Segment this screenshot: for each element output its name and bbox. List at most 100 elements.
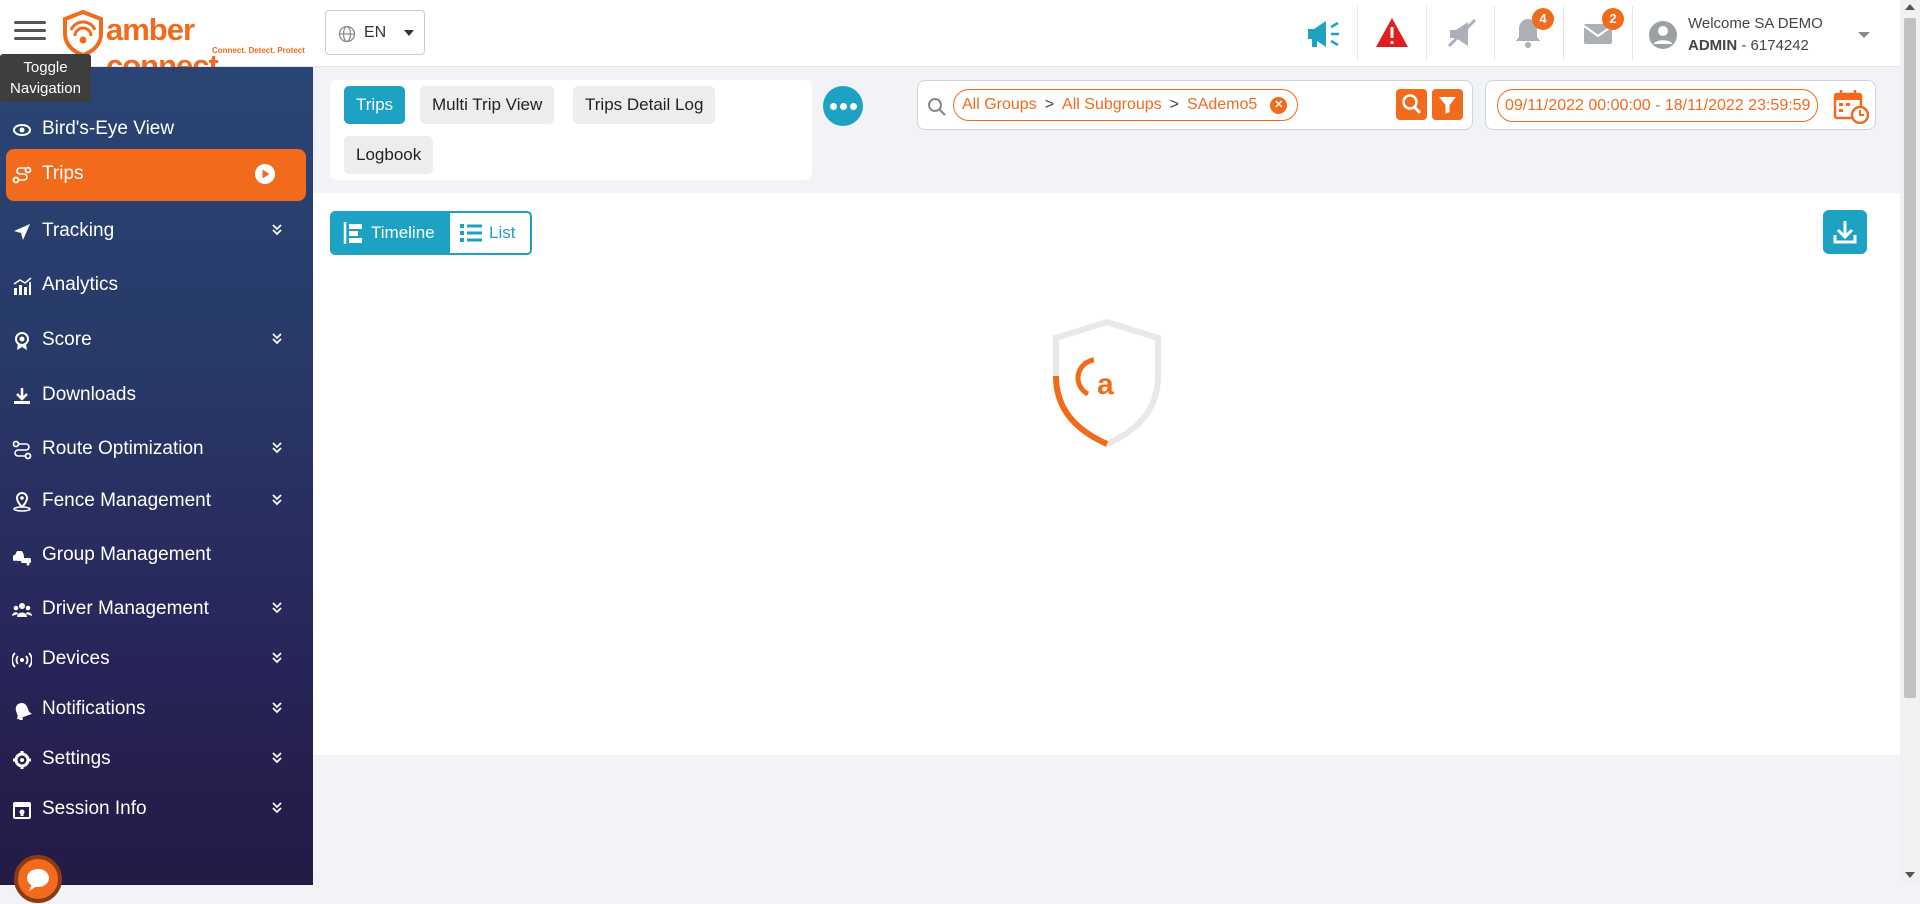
scroll-down-arrow-icon[interactable] bbox=[1905, 872, 1915, 878]
double-chevron-down-icon[interactable] bbox=[270, 801, 284, 815]
user-welcome[interactable]: Welcome SA DEMO ADMIN - 6174242 bbox=[1688, 13, 1823, 57]
group-filter-searchbox[interactable]: All Groups > All Subgroups > SAdemo5 ✕ bbox=[917, 80, 1473, 130]
chat-support-icon[interactable] bbox=[14, 855, 62, 903]
header-divider bbox=[1357, 6, 1358, 60]
users-icon bbox=[12, 603, 32, 617]
mute-alerts-icon[interactable] bbox=[1445, 16, 1481, 52]
hamburger-menu-icon[interactable] bbox=[14, 18, 46, 44]
list-view-button[interactable]: List bbox=[450, 213, 530, 253]
scroll-up-arrow-icon[interactable] bbox=[1905, 4, 1915, 10]
sidebar-item-trips[interactable]: Trips bbox=[6, 149, 306, 201]
sidebar-item-devices[interactable]: Devices bbox=[0, 636, 313, 682]
eye-icon bbox=[13, 124, 31, 136]
filter-button[interactable] bbox=[1432, 89, 1463, 120]
brand-tagline: Connect. Detect. Protect bbox=[212, 46, 305, 55]
sidebar-item-downloads[interactable]: Downloads bbox=[0, 372, 313, 418]
sidebar-item-label: Group Management bbox=[42, 544, 211, 565]
amber-connect-logo[interactable]: amber connect Connect. Detect. Protect bbox=[62, 8, 312, 83]
double-chevron-down-icon[interactable] bbox=[270, 441, 284, 455]
tab-trips-detail-log[interactable]: Trips Detail Log bbox=[573, 86, 716, 124]
sidebar-item-label: Notifications bbox=[42, 698, 146, 719]
header-divider bbox=[1494, 6, 1495, 60]
bell-icon bbox=[15, 703, 32, 720]
sidebar-item-notifications[interactable]: Notifications bbox=[0, 686, 313, 732]
tab-trips[interactable]: Trips bbox=[344, 86, 406, 124]
sidebar-item-settings[interactable]: Settings bbox=[0, 736, 313, 782]
sidebar-item-label: Settings bbox=[42, 748, 111, 769]
trips-content-panel: Timeline List a bbox=[313, 193, 1900, 755]
sidebar-item-label: Driver Management bbox=[42, 598, 209, 619]
clear-filter-icon[interactable]: ✕ bbox=[1270, 97, 1288, 114]
page-scrollbar[interactable] bbox=[1900, 0, 1920, 885]
list-label: List bbox=[489, 223, 516, 242]
sidebar-item-label: Trips bbox=[42, 163, 84, 184]
crumb-group: All Groups bbox=[962, 96, 1037, 113]
download-icon bbox=[1833, 221, 1857, 244]
scrollbar-thumb[interactable] bbox=[1904, 18, 1916, 698]
download-button[interactable] bbox=[1823, 210, 1867, 254]
search-button[interactable] bbox=[1396, 89, 1427, 120]
announcement-megaphone-icon[interactable] bbox=[1304, 16, 1340, 52]
filter-funnel-icon bbox=[1439, 97, 1456, 114]
messages-envelope-icon[interactable]: 2 bbox=[1582, 8, 1624, 52]
sidebar-item-bird-s-eye-view[interactable]: Bird's-Eye View bbox=[0, 106, 313, 152]
double-chevron-down-icon[interactable] bbox=[270, 651, 284, 665]
session-icon bbox=[13, 802, 31, 819]
shield-logo-icon bbox=[63, 10, 103, 56]
double-chevron-down-icon[interactable] bbox=[270, 701, 284, 715]
route-icon bbox=[12, 166, 32, 184]
timeline-view-button[interactable]: Timeline bbox=[332, 213, 450, 253]
user-menu-chevron-icon[interactable] bbox=[1858, 32, 1870, 38]
sidebar-item-label: Bird's-Eye View bbox=[42, 118, 175, 139]
geofence-pin-icon bbox=[13, 492, 31, 512]
double-chevron-down-icon[interactable] bbox=[270, 601, 284, 615]
sidebar-nav: Bird's-Eye View Trips Tracking Analytics Sco… bbox=[0, 67, 313, 903]
alert-warning-icon[interactable] bbox=[1374, 16, 1410, 52]
sidebar-item-fence-management[interactable]: Fence Management bbox=[0, 478, 313, 524]
sidebar-item-driver-management[interactable]: Driver Management bbox=[0, 586, 313, 632]
double-chevron-down-icon[interactable] bbox=[270, 493, 284, 507]
route-optimization-icon bbox=[12, 440, 32, 460]
sidebar-item-label: Session Info bbox=[42, 798, 147, 819]
language-select[interactable]: EN bbox=[325, 10, 425, 55]
user-role: ADMIN bbox=[1688, 37, 1738, 54]
user-avatar-icon[interactable] bbox=[1648, 20, 1678, 50]
sidebar-item-group-management[interactable]: Group Management bbox=[0, 532, 313, 578]
group-breadcrumb[interactable]: All Groups > All Subgroups > SAdemo5 ✕ bbox=[953, 89, 1299, 121]
sidebar-item-label: Devices bbox=[42, 648, 110, 669]
header-divider bbox=[1426, 6, 1427, 60]
tab-multi-trip-view[interactable]: Multi Trip View bbox=[420, 86, 555, 124]
date-range-picker[interactable]: 09/11/2022 00:00:00 - 18/11/2022 23:59:5… bbox=[1485, 80, 1876, 130]
bar-chart-icon bbox=[13, 277, 32, 295]
notifications-bell-icon[interactable]: 4 bbox=[1512, 8, 1554, 52]
header-divider bbox=[1563, 6, 1564, 60]
double-chevron-down-icon[interactable] bbox=[270, 332, 284, 346]
sidebar-item-label: Score bbox=[42, 329, 92, 350]
sidebar-item-session-info[interactable]: Session Info bbox=[0, 786, 313, 832]
toggle-navigation-tooltip: Toggle Navigation bbox=[0, 54, 91, 102]
award-icon bbox=[15, 332, 29, 350]
view-toggle: Timeline List bbox=[330, 211, 532, 255]
notifications-badge: 4 bbox=[1532, 8, 1554, 30]
sidebar-item-label: Analytics bbox=[42, 274, 119, 295]
language-value: EN bbox=[364, 24, 387, 41]
double-chevron-down-icon[interactable] bbox=[270, 751, 284, 765]
crumb-separator: > bbox=[1169, 96, 1180, 113]
play-circle-icon[interactable] bbox=[254, 163, 276, 185]
sidebar-item-score[interactable]: Score bbox=[0, 317, 313, 363]
more-options-button[interactable] bbox=[823, 86, 863, 126]
messages-badge: 2 bbox=[1602, 8, 1624, 30]
sidebar-item-tracking[interactable]: Tracking bbox=[0, 208, 313, 254]
date-range-value[interactable]: 09/11/2022 00:00:00 - 18/11/2022 23:59:5… bbox=[1497, 89, 1819, 122]
sidebar-item-analytics[interactable]: Analytics bbox=[0, 262, 313, 308]
timeline-label: Timeline bbox=[371, 223, 435, 242]
account-id: - 6174242 bbox=[1741, 37, 1809, 54]
calendar-clock-icon[interactable] bbox=[1833, 88, 1869, 124]
double-chevron-down-icon[interactable] bbox=[270, 223, 284, 237]
search-icon bbox=[1402, 94, 1422, 115]
tab-logbook[interactable]: Logbook bbox=[344, 136, 434, 174]
welcome-text: Welcome SA DEMO bbox=[1688, 15, 1823, 32]
sidebar-item-route-optimization[interactable]: Route Optimization bbox=[0, 426, 313, 472]
sidebar-item-label: Route Optimization bbox=[42, 438, 204, 459]
list-icon bbox=[460, 224, 482, 242]
